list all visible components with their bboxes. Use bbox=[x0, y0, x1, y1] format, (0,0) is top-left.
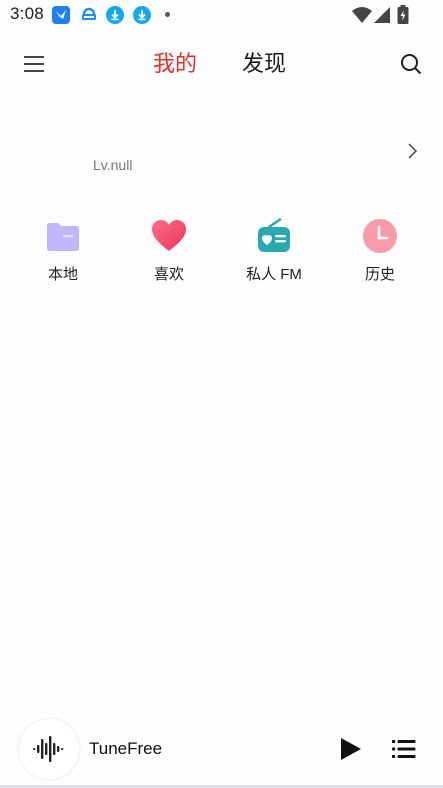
status-bar: 3:08 bbox=[0, 0, 443, 30]
tab-discover[interactable]: 发现 bbox=[242, 50, 286, 78]
status-time: 3:08 bbox=[10, 4, 44, 23]
mini-player[interactable]: TuneFree bbox=[0, 718, 443, 780]
battery-icon bbox=[397, 5, 409, 30]
album-cover[interactable] bbox=[19, 719, 79, 779]
quick-entry-personal-fm[interactable]: 私人 FM bbox=[229, 218, 319, 288]
radio-icon bbox=[258, 218, 290, 252]
feishu-icon bbox=[52, 6, 70, 24]
wifi-icon bbox=[352, 6, 372, 29]
track-title[interactable]: TuneFree bbox=[89, 739, 162, 759]
clock-icon bbox=[363, 219, 397, 253]
more-notifications-dot bbox=[165, 12, 170, 17]
screen: 3:08 我的 发现 Lv.null 本地 喜欢 私人 FM 历史 TuneFr… bbox=[0, 0, 443, 788]
playlist-icon bbox=[392, 740, 416, 758]
signal-icon bbox=[374, 6, 390, 29]
tab-mine[interactable]: 我的 bbox=[153, 50, 197, 78]
top-nav: 我的 发现 bbox=[0, 40, 443, 88]
waveform-icon bbox=[33, 736, 64, 762]
folder-icon bbox=[47, 223, 79, 251]
heart-icon bbox=[152, 220, 186, 251]
quick-entry-label: 历史 bbox=[364, 266, 395, 283]
quick-entry-local[interactable]: 本地 bbox=[18, 218, 108, 288]
quick-entry-history[interactable]: 历史 bbox=[335, 218, 425, 288]
search-icon bbox=[401, 54, 422, 75]
user-level: Lv.null bbox=[93, 157, 133, 173]
search-button[interactable] bbox=[397, 50, 425, 78]
quick-entry-liked[interactable]: 喜欢 bbox=[124, 218, 214, 288]
quick-entry-label: 喜欢 bbox=[153, 266, 184, 283]
play-button[interactable] bbox=[337, 735, 365, 763]
quick-entry-label: 私人 FM bbox=[246, 266, 302, 283]
menu-button[interactable] bbox=[20, 50, 48, 78]
download-manager-icon bbox=[80, 6, 98, 24]
profile-card[interactable]: Lv.null bbox=[0, 110, 443, 190]
quick-entry-label: 本地 bbox=[47, 266, 78, 283]
playlist-button[interactable] bbox=[390, 736, 418, 762]
download-icon bbox=[133, 6, 151, 24]
chevron-right-icon bbox=[405, 142, 419, 160]
play-icon bbox=[341, 738, 361, 760]
download-icon bbox=[106, 6, 124, 24]
menu-icon bbox=[24, 56, 44, 72]
